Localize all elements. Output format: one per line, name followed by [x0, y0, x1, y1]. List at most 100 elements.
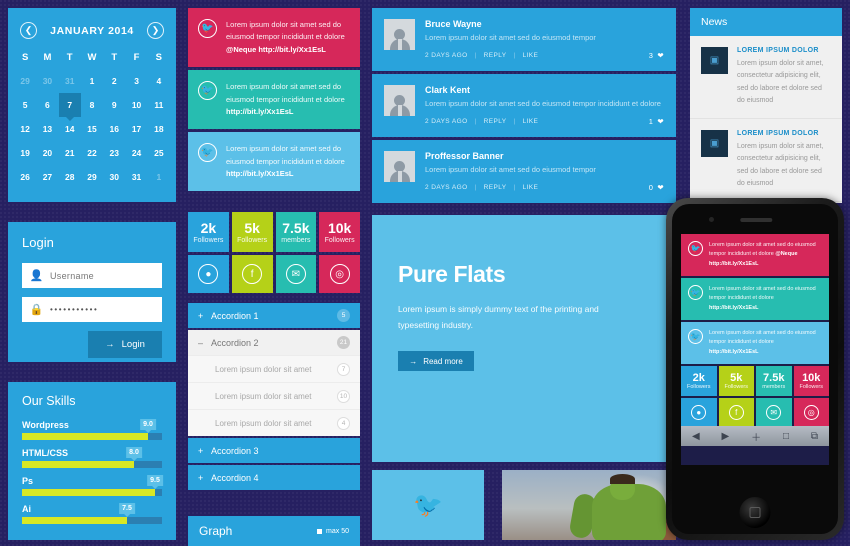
calendar-day-header: S [155, 52, 163, 63]
tweet-card[interactable]: 🐦 Lorem ipsum dolor sit amet sed do eiusm… [188, 132, 360, 192]
calendar-day[interactable]: 26 [14, 165, 36, 189]
like-button[interactable]: LIKE [523, 52, 539, 59]
twitter-icon-tile[interactable]: ● [188, 255, 229, 293]
calendar-day[interactable]: 29 [14, 69, 36, 93]
calendar-day-selected[interactable]: 7 [58, 93, 81, 117]
reply-button[interactable]: REPLY [484, 118, 507, 125]
password-field[interactable]: 🔒 ••••••••••• [22, 297, 162, 322]
calendar-day[interactable]: 9 [103, 93, 125, 117]
news-header: News [690, 8, 842, 36]
calendar-day[interactable]: 31 [59, 69, 81, 93]
calendar-day[interactable]: 30 [36, 69, 58, 93]
calendar-day[interactable]: 30 [103, 165, 125, 189]
bookmarks-icon[interactable]: □ [783, 431, 789, 442]
twitter-tile[interactable]: 🐦 [372, 470, 484, 540]
accordion-header[interactable]: – Accordion 2 21 [188, 330, 360, 355]
tweet-link[interactable]: http://bit.ly/Xx1EsL [226, 107, 294, 116]
chevron-right-icon[interactable]: ❯ [147, 22, 164, 39]
phone-tweet-card[interactable]: 🐦 Lorem ipsum dolor sit amet sed do eiusm… [681, 278, 829, 321]
accordion-panel: + Accordion 3 [188, 438, 360, 463]
calendar-day[interactable]: 17 [125, 117, 147, 141]
divider: | [513, 184, 516, 191]
calendar-day[interactable]: 23 [103, 141, 125, 165]
calendar-day[interactable]: 12 [14, 117, 36, 141]
accordion-header[interactable]: + Accordion 4 [188, 465, 360, 490]
calendar-day[interactable]: 29 [81, 165, 103, 189]
calendar-day[interactable]: 3 [125, 69, 147, 93]
calendar-day[interactable]: 15 [81, 117, 103, 141]
phone-facebook-icon-tile[interactable]: f [718, 398, 754, 427]
calendar-day[interactable]: 11 [148, 93, 170, 117]
chevron-left-icon[interactable]: ❮ [20, 22, 37, 39]
username-field[interactable]: 👤 Username [22, 263, 162, 288]
phone-mail-icon-tile[interactable]: ✉ [756, 398, 792, 427]
phone-tweet-card[interactable]: 🐦 Lorem ipsum dolor sit amet sed do eiusm… [681, 234, 829, 277]
divider: | [513, 52, 516, 59]
tabs-icon[interactable]: ⧉ [811, 431, 818, 442]
back-icon[interactable]: ◀ [692, 431, 700, 442]
accordion-sub-item[interactable]: Lorem ipsum dolor sit amet 4 [188, 409, 360, 436]
tweet-card[interactable]: 🐦 Lorem ipsum dolor sit amet sed do eiusm… [188, 70, 360, 130]
calendar-day[interactable]: 20 [36, 141, 58, 165]
calendar-day[interactable]: 24 [125, 141, 147, 165]
phone-tweet-link[interactable]: http://bit.ly/Xx1EsL [709, 349, 759, 355]
calendar-day[interactable]: 1 [81, 69, 103, 93]
password-value: ••••••••••• [50, 305, 99, 314]
media-thumbnail[interactable] [502, 470, 676, 540]
forward-icon[interactable]: ▶ [722, 431, 730, 442]
login-button-label: Login [121, 339, 145, 350]
skill-fill [22, 433, 148, 440]
phone-tweet-card[interactable]: 🐦 Lorem ipsum dolor sit amet sed do eiusm… [681, 322, 829, 365]
calendar-day[interactable]: 13 [36, 117, 58, 141]
stat-number: 7.5k [282, 220, 310, 236]
calendar-day[interactable]: 8 [81, 93, 103, 117]
stat-number: 5k [244, 220, 260, 236]
calendar-day[interactable]: 10 [125, 93, 147, 117]
calendar-day[interactable]: 18 [148, 117, 170, 141]
calendar-day[interactable]: 21 [59, 141, 81, 165]
comment-text: Lorem ipsum dolor sit amet sed do eiusmo… [425, 33, 596, 42]
phone-tweet-link[interactable]: http://bit.ly/Xx1EsL [709, 305, 759, 311]
calendar-day[interactable]: 4 [148, 69, 170, 93]
reply-button[interactable]: REPLY [484, 52, 507, 59]
accordion-sub-item[interactable]: Lorem ipsum dolor sit amet 10 [188, 382, 360, 409]
accordion-header[interactable]: + Accordion 3 [188, 438, 360, 463]
calendar-day[interactable]: 22 [81, 141, 103, 165]
home-button[interactable] [739, 497, 771, 528]
accordion-sub-label: Lorem ipsum dolor sit amet [215, 364, 312, 374]
accordion-header[interactable]: + Accordion 1 5 [188, 303, 360, 328]
comment-card: Clark Kent Lorem ipsum dolor sit amet sed… [372, 74, 676, 137]
mail-icon-tile[interactable]: ✉ [275, 255, 317, 293]
login-button[interactable]: → Login [88, 331, 162, 358]
calendar-day[interactable]: 14 [59, 117, 81, 141]
calendar-day[interactable]: 27 [36, 165, 58, 189]
add-icon[interactable]: ＋ [751, 429, 761, 444]
calendar-day[interactable]: 6 [36, 93, 58, 117]
like-button[interactable]: LIKE [523, 118, 539, 125]
calendar-day[interactable]: 25 [148, 141, 170, 165]
calendar-day[interactable]: 16 [103, 117, 125, 141]
phone-dribbble-icon-tile[interactable]: ◎ [793, 398, 829, 427]
dribbble-icon-tile[interactable]: ◎ [319, 255, 360, 293]
news-item[interactable]: ▣ LOREM IPSUM DOLOR Lorem ipsum dolor sit … [690, 36, 842, 119]
calendar-day[interactable]: 19 [14, 141, 36, 165]
calendar-day[interactable]: 2 [103, 69, 125, 93]
tweet-link[interactable]: @Neque http://bit.ly/Xx1EsL [226, 45, 326, 54]
calendar-day[interactable]: 28 [59, 165, 81, 189]
calendar-day[interactable]: 31 [125, 165, 147, 189]
accordion-sub-item[interactable]: Lorem ipsum dolor sit amet 7 [188, 355, 360, 382]
accordion-sub-count-badge: 10 [337, 389, 350, 403]
calendar-day[interactable]: 1 [148, 165, 170, 189]
read-more-button[interactable]: → Read more [398, 351, 474, 372]
phone-twitter-icon-tile[interactable]: ● [681, 398, 717, 427]
twitter-icon: 🐦 [688, 241, 703, 256]
phone-tweet-link[interactable]: @Neque http://bit.ly/Xx1EsL [709, 251, 798, 266]
reply-button[interactable]: REPLY [484, 184, 507, 191]
skill-track: 7.5 [22, 503, 162, 524]
news-item[interactable]: ▣ LOREM IPSUM DOLOR Lorem ipsum dolor sit … [690, 119, 842, 202]
like-button[interactable]: LIKE [523, 184, 539, 191]
tweet-card[interactable]: 🐦 Lorem ipsum dolor sit amet sed do eiusm… [188, 8, 360, 68]
facebook-icon-tile[interactable]: f [231, 255, 273, 293]
calendar-day[interactable]: 5 [14, 93, 36, 117]
tweet-link[interactable]: http://bit.ly/Xx1EsL [226, 169, 294, 178]
